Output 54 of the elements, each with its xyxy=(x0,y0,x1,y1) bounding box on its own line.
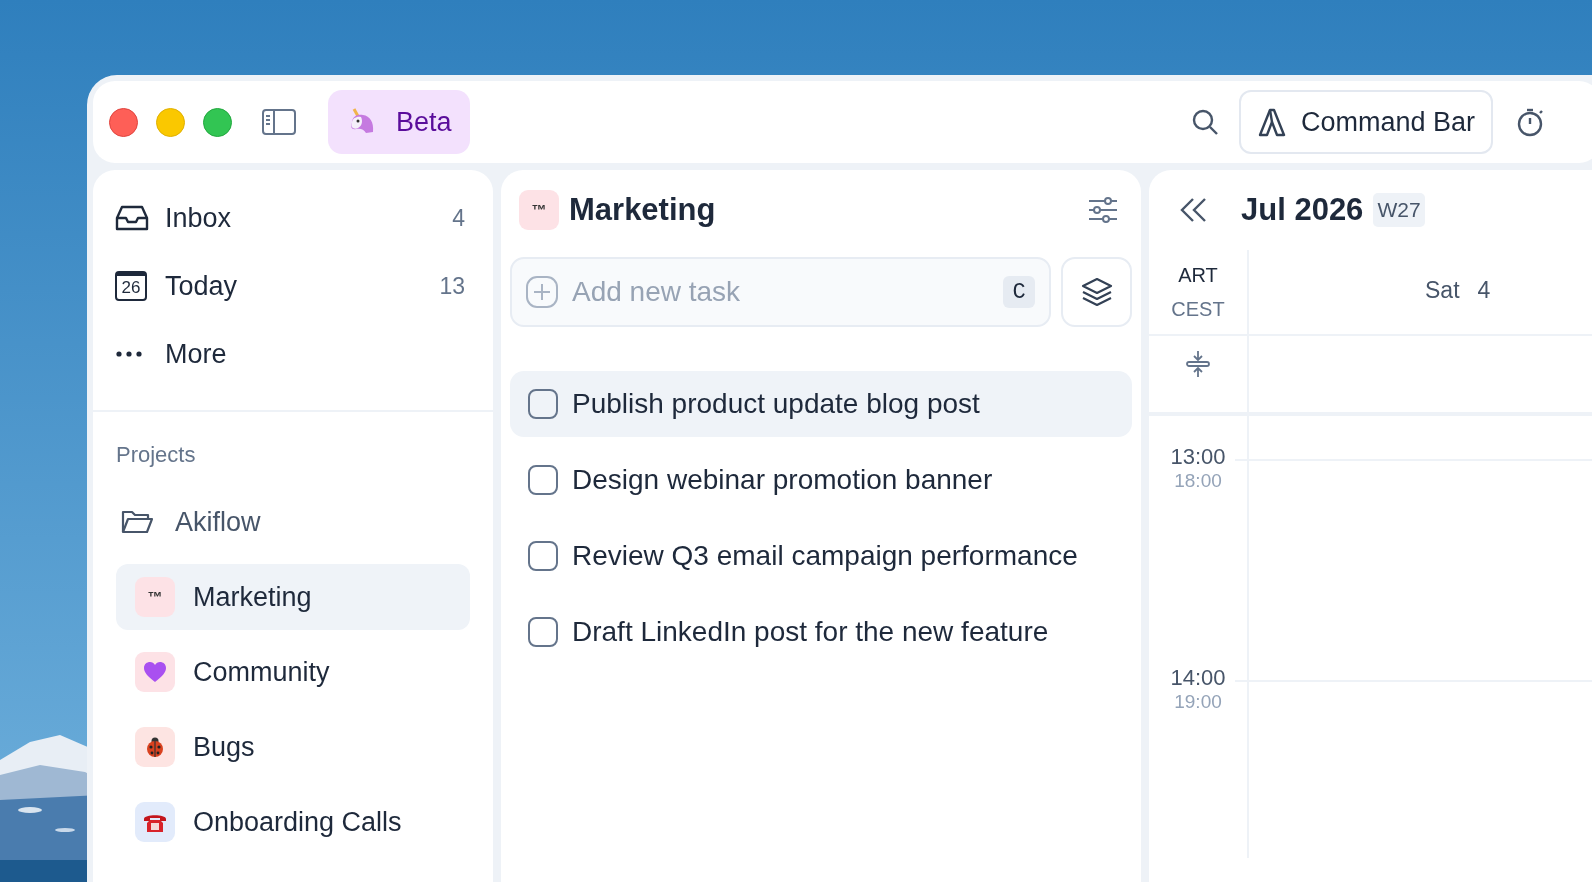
layers-button[interactable] xyxy=(1061,257,1132,327)
nav-item[interactable]: More xyxy=(115,320,471,388)
checkbox[interactable] xyxy=(528,541,558,571)
plus-icon xyxy=(526,276,558,308)
shortcut-key: C xyxy=(1003,276,1035,308)
timezone-label: ART xyxy=(1178,263,1218,288)
checkbox[interactable] xyxy=(528,389,558,419)
calendar-icon: 26 xyxy=(115,271,147,301)
project-item[interactable]: Onboarding Calls xyxy=(116,789,470,855)
hour-label: 13:00 xyxy=(1170,444,1226,470)
hour-label: 14:00 xyxy=(1170,665,1226,691)
beta-button[interactable]: Beta xyxy=(328,90,470,154)
task-row[interactable]: Draft LinkedIn post for the new feature xyxy=(510,599,1132,665)
timer-icon[interactable] xyxy=(1515,107,1545,137)
task-title: Review Q3 email campaign performance xyxy=(572,539,1078,573)
add-task-input[interactable]: Add new task xyxy=(572,271,989,313)
close-button[interactable] xyxy=(109,107,138,137)
more-icon xyxy=(115,350,143,358)
project-icon: ™ xyxy=(519,190,559,230)
task-title: Draft LinkedIn post for the new feature xyxy=(572,615,1049,649)
project-item[interactable]: Community xyxy=(116,639,470,705)
timezone-label: CEST xyxy=(1171,297,1225,322)
nav-item[interactable]: Inbox 4 xyxy=(115,184,471,252)
nav-item[interactable]: 26 Today 13 xyxy=(115,252,471,320)
task-row[interactable]: Design webinar promotion banner xyxy=(510,447,1132,513)
project-title: Marketing xyxy=(569,190,716,229)
project-icon: ™ xyxy=(135,577,175,617)
task-row[interactable]: Publish product update blog post xyxy=(510,371,1132,437)
search-icon[interactable] xyxy=(1190,108,1219,136)
task-title: Design webinar promotion banner xyxy=(572,463,993,497)
hour-label: 18:00 xyxy=(1174,470,1222,492)
project-item[interactable]: ™ Marketing xyxy=(116,564,470,630)
zoom-button[interactable] xyxy=(203,107,232,137)
task-title: Publish product update blog post xyxy=(572,387,980,421)
sidebar-toggle-icon[interactable] xyxy=(262,109,296,135)
folder-icon xyxy=(121,509,153,535)
section-heading: Projects xyxy=(116,442,196,467)
day-header: Sat 4 xyxy=(1425,275,1491,305)
add-task-field[interactable]: Add new task C xyxy=(510,257,1051,327)
project-item[interactable]: Bugs xyxy=(116,714,470,780)
checkbox[interactable] xyxy=(528,465,558,495)
logo-icon xyxy=(1256,107,1287,137)
command-bar-button[interactable]: Command Bar xyxy=(1238,90,1493,154)
project-item[interactable]: Akiflow xyxy=(116,489,470,555)
layers-icon xyxy=(1080,277,1113,307)
hour-label: 19:00 xyxy=(1174,691,1222,713)
task-row[interactable]: Review Q3 email campaign performance xyxy=(510,523,1132,589)
collapse-icon[interactable] xyxy=(1185,350,1211,378)
month-title: Jul 2026 xyxy=(1241,190,1364,229)
double-chevron-left-icon[interactable] xyxy=(1179,197,1207,223)
week-badge: W27 xyxy=(1373,193,1425,227)
inbox-icon xyxy=(115,204,149,232)
filter-icon[interactable] xyxy=(1088,197,1118,223)
checkbox[interactable] xyxy=(528,617,558,647)
